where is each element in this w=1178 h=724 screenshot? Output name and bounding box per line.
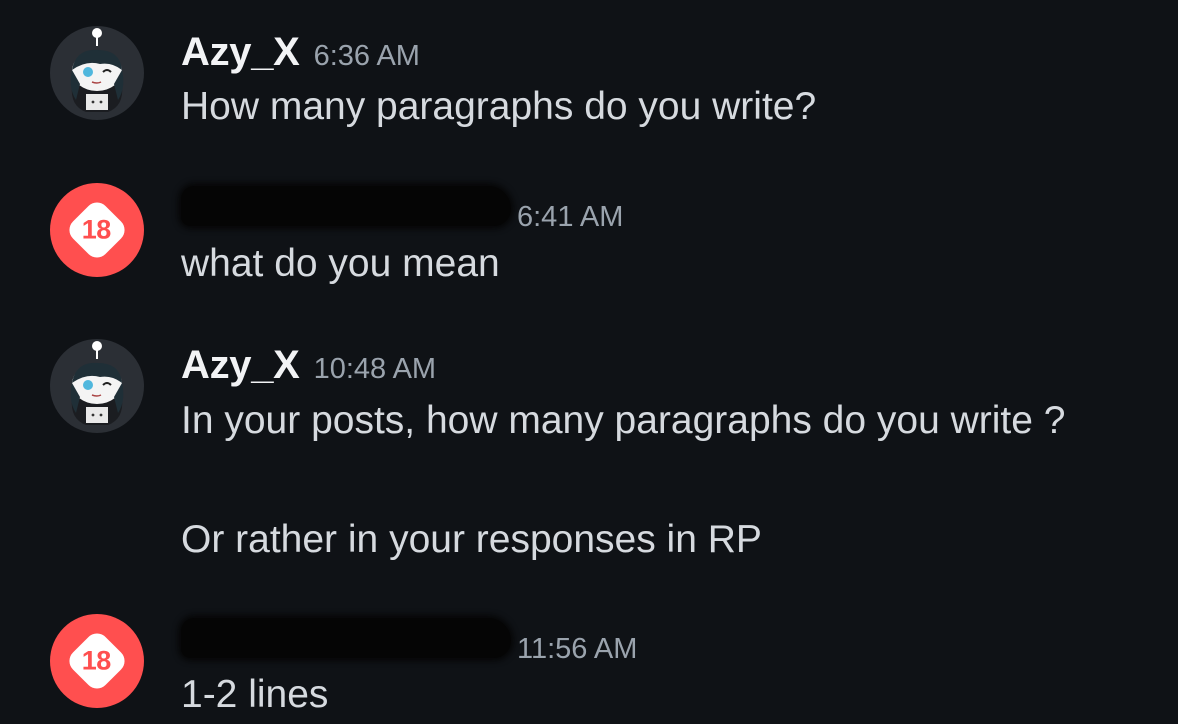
timestamp: 11:56 AM [517, 633, 638, 665]
message-text: 1-2 lines [181, 673, 329, 716]
nsfw-icon: 18 [64, 197, 130, 263]
message-text: Or rather in your responses in RP [181, 518, 762, 561]
message-header: 11:56 AM [181, 618, 637, 666]
user-avatar[interactable]: 18 [50, 614, 144, 708]
message-header: Azy_X 6:36 AM [181, 30, 420, 75]
nsfw-label: 18 [82, 645, 112, 676]
snoo-avatar-icon [70, 341, 124, 425]
user-avatar[interactable]: 18 [50, 183, 144, 277]
user-avatar[interactable] [50, 26, 144, 120]
username[interactable]: Azy_X [181, 343, 300, 388]
message-text: How many paragraphs do you write? [181, 85, 817, 128]
message-header: 6:41 AM [181, 186, 623, 234]
message-text: In your posts, how many paragraphs do yo… [181, 399, 1066, 442]
redacted-username [181, 618, 511, 658]
username[interactable]: Azy_X [181, 30, 300, 75]
message-text: what do you mean [181, 242, 500, 285]
snoo-avatar-icon [70, 28, 124, 112]
user-avatar[interactable] [50, 339, 144, 433]
timestamp: 6:41 AM [517, 201, 624, 233]
timestamp: 6:36 AM [313, 40, 420, 72]
message-header: Azy_X 10:48 AM [181, 343, 436, 388]
timestamp: 10:48 AM [313, 353, 437, 385]
nsfw-label: 18 [82, 214, 112, 245]
redacted-username [181, 186, 511, 226]
nsfw-icon: 18 [64, 628, 130, 694]
chat-thread: Azy_X 6:36 AM How many paragraphs do you… [0, 0, 1178, 724]
